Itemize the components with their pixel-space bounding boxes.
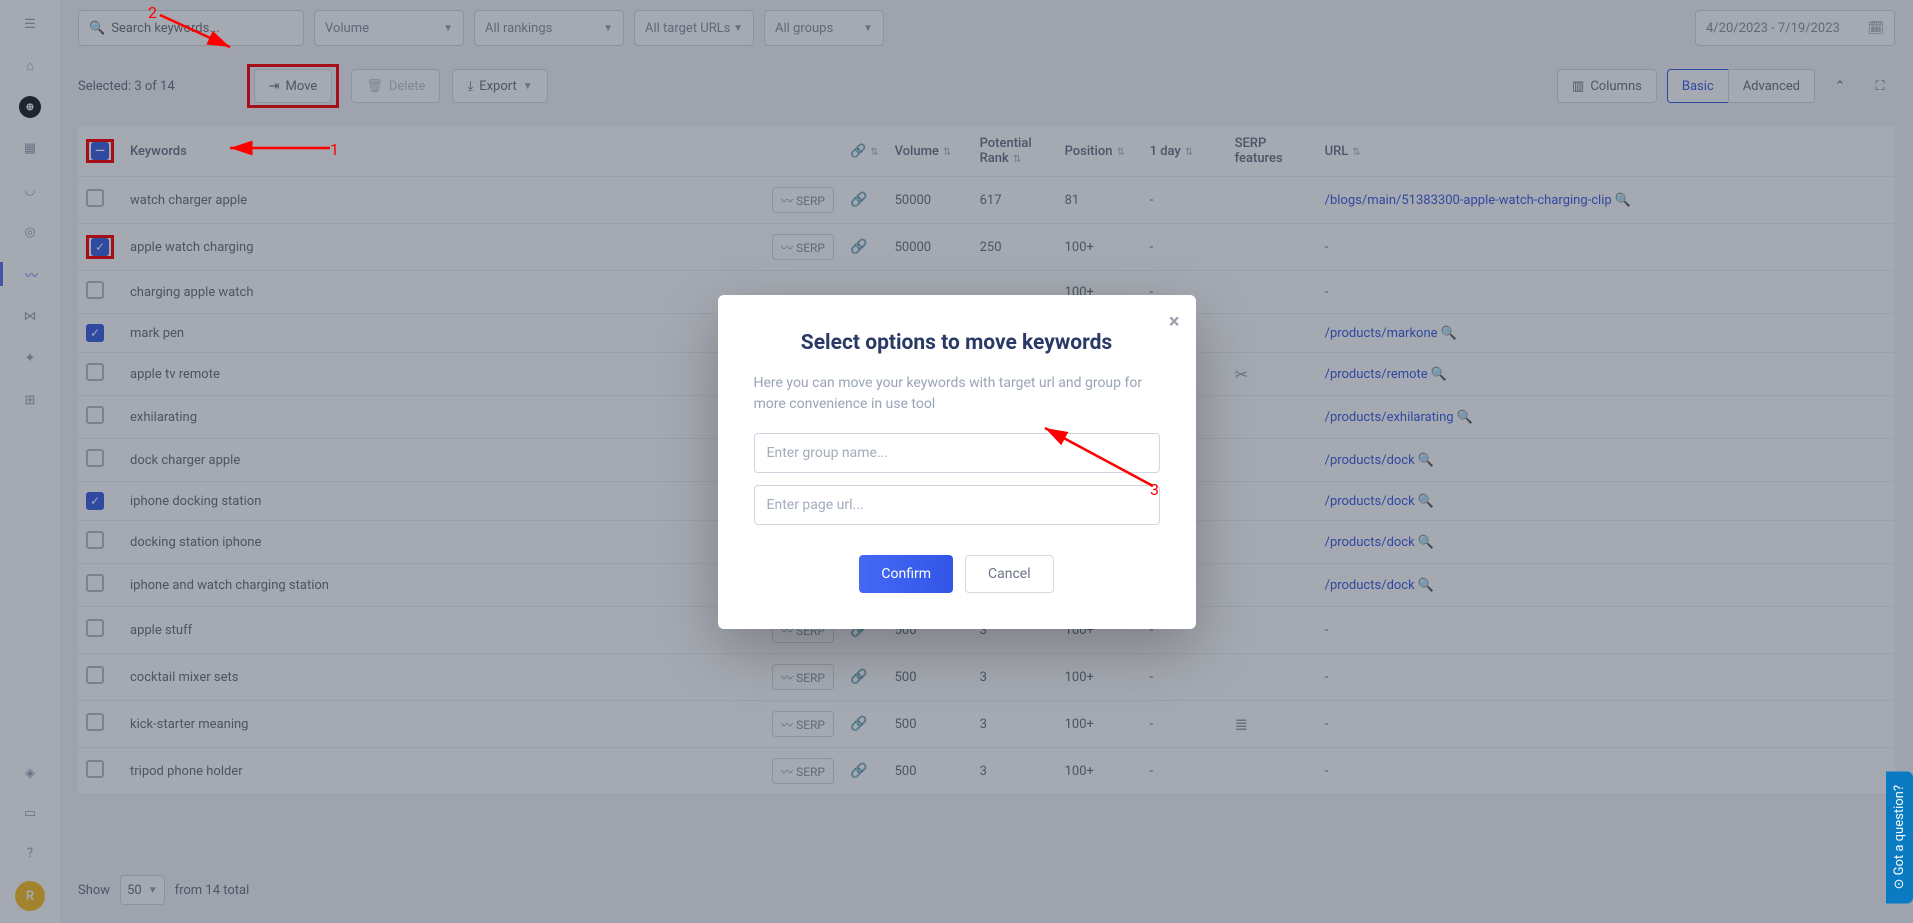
help-tab-text: ⊙ bbox=[1892, 875, 1907, 889]
modal-description: Here you can move your keywords with tar… bbox=[754, 373, 1160, 415]
modal-overlay[interactable]: × Select options to move keywords Here y… bbox=[0, 0, 1913, 923]
close-icon[interactable]: × bbox=[1169, 309, 1180, 333]
modal-title: Select options to move keywords bbox=[754, 331, 1160, 355]
group-name-input[interactable] bbox=[754, 433, 1160, 473]
confirm-button[interactable]: Confirm bbox=[859, 555, 953, 593]
cancel-button[interactable]: Cancel bbox=[965, 555, 1054, 593]
page-url-input[interactable] bbox=[754, 485, 1160, 525]
help-tab[interactable]: ⊙ Got a question? bbox=[1886, 771, 1913, 903]
move-keywords-modal: × Select options to move keywords Here y… bbox=[718, 295, 1196, 629]
help-tab-label: Got a question? bbox=[1892, 785, 1907, 875]
